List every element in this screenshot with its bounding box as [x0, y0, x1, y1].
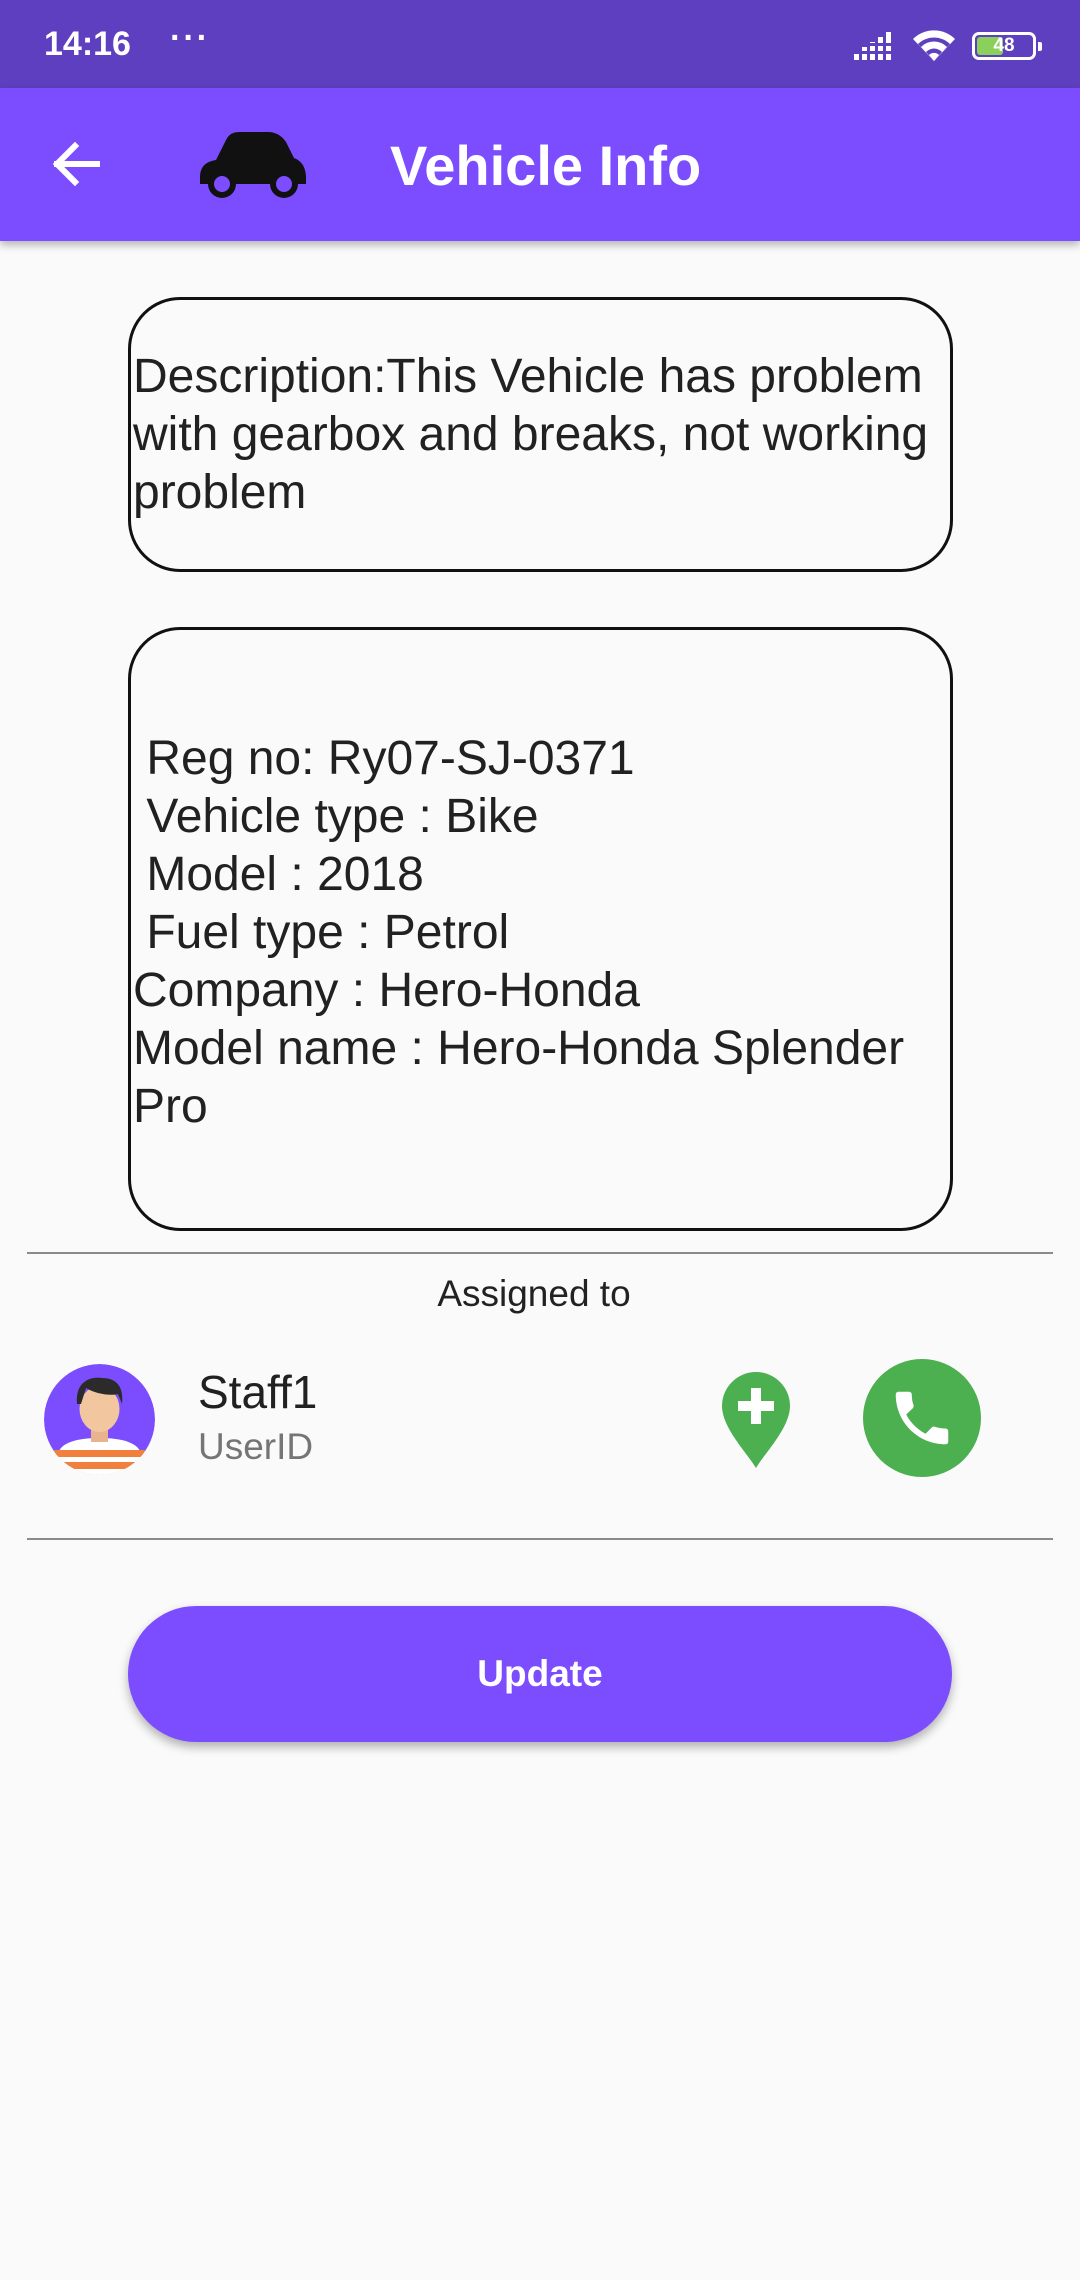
vehicle-type-text: Vehicle type : Bike: [133, 790, 539, 843]
page-title: Vehicle Info: [390, 134, 702, 197]
signal-icon: [852, 32, 892, 60]
status-notification-dots: ···: [170, 19, 210, 57]
status-time: 14:16: [44, 25, 131, 63]
staff-name: Staff1: [198, 1366, 318, 1418]
car-icon: [200, 132, 306, 198]
back-button[interactable]: [36, 128, 116, 200]
update-button[interactable]: Update: [128, 1606, 952, 1742]
status-icons: 48: [852, 26, 1042, 66]
arrow-left-icon: [52, 141, 100, 187]
call-button[interactable]: [863, 1359, 981, 1477]
battery-level: 48: [993, 35, 1015, 56]
reg-no-text: Reg no: Ry07-SJ-0371: [133, 732, 635, 785]
wifi-icon: [913, 30, 955, 61]
divider: [27, 1252, 1053, 1254]
assigned-to-label: Assigned to: [437, 1273, 631, 1314]
add-location-icon: [722, 1372, 790, 1468]
model-name-text: Model name : Hero-Honda Splender Pro: [133, 1022, 918, 1133]
divider: [27, 1538, 1053, 1540]
battery-tip: [1038, 42, 1042, 51]
description-text: Description:This Vehicle has problem wit…: [133, 350, 929, 519]
avatar-person-icon: [44, 1364, 155, 1475]
staff-user-id: UserID: [198, 1426, 314, 1467]
fuel-type-text: Fuel type : Petrol: [133, 906, 510, 959]
avatar: [44, 1364, 155, 1475]
vehicle-info-list: Reg no: Ry07-SJ-0371 Vehicle type : Bike…: [133, 730, 936, 1136]
vehicle-info-card: Reg no: Ry07-SJ-0371 Vehicle type : Bike…: [128, 627, 953, 1231]
app-bar: Vehicle Info: [0, 88, 1080, 241]
add-location-button[interactable]: [718, 1370, 794, 1470]
status-bar: 14:16 ··· 48: [0, 0, 1080, 88]
company-text: Company : Hero-Honda: [133, 964, 640, 1017]
description-card: Description:This Vehicle has problem wit…: [128, 297, 953, 572]
model-text: Model : 2018: [133, 848, 424, 901]
phone-icon: [895, 1391, 949, 1445]
battery-icon: 48: [972, 32, 1042, 60]
